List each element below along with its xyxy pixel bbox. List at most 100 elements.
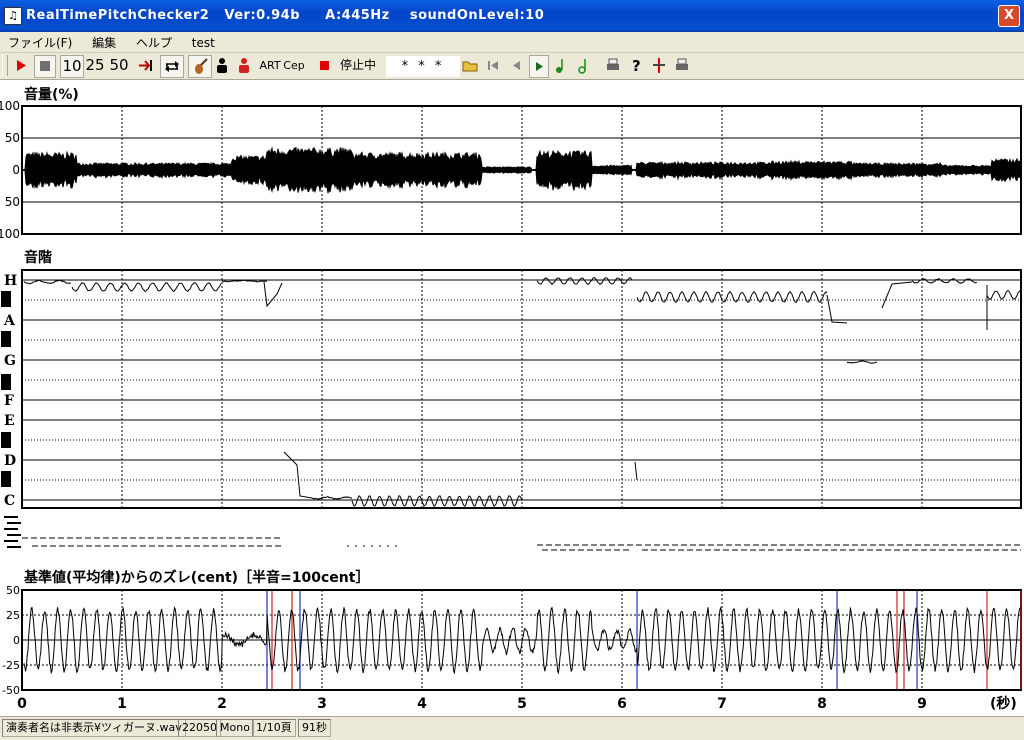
cent-title: 基準値(平均律)からのズレ(cent)［半音=100cent］ <box>24 569 369 586</box>
piano-black-key <box>1 432 11 448</box>
piano-black-key <box>1 331 11 347</box>
status-channels: Mono <box>216 719 254 737</box>
strip-marker <box>4 540 18 542</box>
note-label: D <box>4 453 16 469</box>
piano-black-key <box>1 471 11 487</box>
pitch-trace <box>846 360 878 364</box>
time-label: 1 <box>117 696 127 712</box>
pitch-trace <box>23 279 72 285</box>
title-bar: ♫ RealTimePitchChecker2 Ver:0.94b A:445H… <box>0 0 1024 32</box>
loop-icon[interactable] <box>160 55 184 78</box>
cent-tick-label: 0 <box>13 634 20 647</box>
window-title: RealTimePitchChecker2 Ver:0.94b A:445Hz … <box>26 8 545 23</box>
menu-edit[interactable]: 編集 <box>84 32 124 51</box>
record-stop-icon[interactable] <box>316 55 334 76</box>
help-icon[interactable]: ? <box>627 55 645 76</box>
prev-page-icon[interactable] <box>507 55 525 76</box>
time-label: 8 <box>817 696 827 712</box>
time-label: 4 <box>417 696 427 712</box>
marker-icon[interactable] <box>650 55 668 76</box>
zoom-10-button[interactable]: 10 <box>60 55 84 78</box>
time-label: 2 <box>217 696 227 712</box>
cent-tick-label: -25 <box>2 659 20 672</box>
app-icon: ♫ <box>4 7 22 25</box>
open-folder-icon[interactable] <box>460 55 480 76</box>
strip-marker <box>7 546 21 548</box>
volume-tick-label: 50 <box>5 195 20 209</box>
strip-marker <box>4 516 18 518</box>
strip-marker <box>7 534 21 536</box>
menu-test[interactable]: test <box>184 34 223 50</box>
art-button[interactable]: ART <box>258 55 282 76</box>
pitch-trace <box>536 276 633 286</box>
note-display: * * * <box>386 56 460 77</box>
cep-button[interactable]: Cep <box>283 55 305 76</box>
piano-black-key <box>1 291 11 307</box>
status-label: 停止中 <box>339 58 376 72</box>
note-label: H <box>4 273 17 289</box>
toolbar: 10 25 50 ART Cep 停止中 * * * ? <box>0 53 1024 80</box>
pitch-panel-frame <box>21 269 1022 509</box>
note-label: A <box>3 313 16 329</box>
note-label: E <box>4 413 15 429</box>
pitch-trace <box>634 461 638 481</box>
menu-file[interactable]: ファイル(F) <box>0 32 80 51</box>
pitch-trace <box>826 294 848 324</box>
analysis-area: 音量(%) 100 50 0 50 100 音階 HAGFEDC 基準値(平均律)からの… <box>0 80 1024 716</box>
print-icon[interactable] <box>603 55 623 76</box>
first-page-icon[interactable] <box>484 55 502 76</box>
status-length: 91秒 <box>298 719 331 737</box>
time-label: 3 <box>317 696 327 712</box>
time-label: 7 <box>717 696 727 712</box>
zoom-25-button[interactable]: 25 <box>84 55 106 76</box>
pitch-trace <box>351 495 523 507</box>
time-label: 5 <box>517 696 527 712</box>
time-label: 6 <box>617 696 627 712</box>
status-bar: 演奏者名は非表示¥ツィガーヌ.wav 22050 Mono 1/10頁 91秒 <box>0 716 1024 737</box>
note-label: F <box>4 393 14 409</box>
player-red-icon[interactable] <box>235 55 253 76</box>
stop-icon[interactable] <box>34 55 56 78</box>
pitch-trace <box>221 279 268 283</box>
time-label: 9 <box>917 696 927 712</box>
violin-icon[interactable] <box>188 55 212 78</box>
note-green-icon[interactable] <box>552 55 570 76</box>
play-icon[interactable] <box>10 55 32 76</box>
volume-tick-label: 0 <box>12 163 20 177</box>
jump-end-icon[interactable] <box>136 55 156 76</box>
analysis-svg: 音量(%) 10050050100 音階 HAGFEDC 基準値(平均律)からの… <box>0 86 1022 712</box>
time-unit-label: (秒) <box>990 695 1017 712</box>
zoom-50-button[interactable]: 50 <box>108 55 130 76</box>
menu-help[interactable]: ヘルプ <box>128 32 180 51</box>
pitch-trace <box>283 451 313 499</box>
strip-marker <box>4 528 18 530</box>
status-sample-rate: 22050 <box>178 719 221 737</box>
note-label: G <box>4 353 16 369</box>
cent-tick-label: 50 <box>6 584 20 597</box>
note-outline-icon[interactable] <box>575 55 593 76</box>
status-page: 1/10頁 <box>252 719 296 737</box>
mini-strip <box>4 516 1021 551</box>
volume-tick-label: 100 <box>0 99 20 113</box>
toolbar-grip <box>2 55 8 76</box>
pitch-trace <box>71 282 222 293</box>
next-page-icon[interactable] <box>529 55 549 78</box>
close-button[interactable]: X <box>998 5 1020 27</box>
volume-title: 音量(%) <box>24 86 79 103</box>
pitch-title: 音階 <box>24 249 52 266</box>
print-preview-icon[interactable] <box>672 55 692 76</box>
note-label: C <box>4 493 15 509</box>
volume-tick-label: 100 <box>0 227 20 241</box>
time-label: 0 <box>17 696 27 712</box>
pitch-trace <box>263 281 283 308</box>
cent-tick-label: 25 <box>6 609 20 622</box>
menu-bar: ファイル(F) 編集 ヘルプ test <box>0 32 1024 53</box>
pitch-trace <box>636 290 828 304</box>
player-black-icon[interactable] <box>213 55 231 76</box>
pitch-trace <box>881 281 913 309</box>
strip-marker <box>7 522 21 524</box>
piano-black-key <box>1 374 11 390</box>
pitch-trace <box>311 496 353 500</box>
volume-tick-label: 50 <box>5 131 20 145</box>
status-filename: 演奏者名は非表示¥ツィガーヌ.wav <box>2 719 186 737</box>
